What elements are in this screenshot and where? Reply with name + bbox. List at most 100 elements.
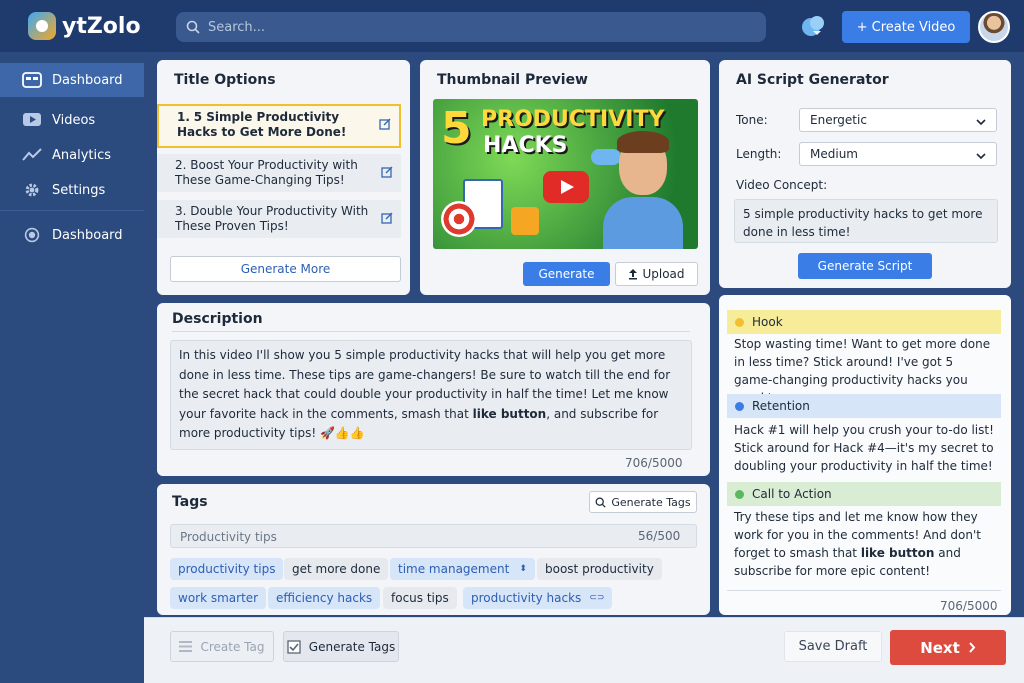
title-option-2[interactable]: 2. Boost Your Productivity with These Ga… — [157, 154, 401, 192]
script-section-call-to-action[interactable]: Call to Action — [727, 482, 1001, 506]
script-section-hook[interactable]: Hook — [727, 310, 1001, 334]
length-value: Medium — [810, 147, 858, 161]
tag-label: time management — [398, 562, 510, 576]
analytics-icon — [22, 148, 42, 161]
create-tag-label: Create Tag — [200, 639, 265, 654]
next-button[interactable]: Next — [890, 630, 1006, 665]
generate-tags-label: Generate Tags — [611, 495, 691, 509]
title-option-text: 5 Simple Productivity Hacks to Get More … — [177, 110, 347, 139]
tags-heading: Tags — [172, 494, 208, 510]
person-illustration — [603, 127, 683, 249]
length-label: Length: — [736, 147, 782, 161]
upload-icon — [629, 268, 638, 279]
sidebar-item-dashboard-secondary[interactable]: Dashboard — [0, 218, 144, 252]
section-name: Call to Action — [752, 487, 832, 501]
thumbnail-image[interactable]: 5 PRODUCTIVITY HACKS — [433, 99, 698, 249]
sidebar-item-label: Dashboard — [52, 227, 123, 243]
tag-label: work smarter — [178, 591, 259, 605]
chevron-down-icon — [976, 153, 986, 160]
checkbox-icon — [287, 639, 301, 654]
generate-tags-button[interactable]: Generate Tags — [589, 491, 697, 513]
tag-input-value: Productivity tips — [180, 530, 277, 544]
video-concept-input[interactable]: 5 simple productivity hacks to get more … — [734, 199, 998, 243]
dashboard-icon — [22, 72, 42, 88]
script-char-counter: 706/5000 — [940, 599, 998, 613]
script-section-retention[interactable]: Retention — [727, 394, 1001, 418]
retention-dot-icon — [735, 401, 744, 411]
upload-button[interactable]: Upload — [615, 262, 698, 286]
description-text-bold: like button — [472, 406, 547, 421]
logo-icon — [28, 12, 56, 40]
section-name: Retention — [752, 399, 810, 413]
app-logo[interactable]: ytZolo — [28, 12, 141, 40]
thumbnail-heading: Thumbnail Preview — [437, 72, 588, 88]
user-avatar[interactable] — [978, 11, 1010, 43]
tag-link-icon[interactable]: ⊂⊃ — [589, 593, 604, 603]
tag-label: get more done — [292, 562, 381, 576]
generate-thumbnail-button[interactable]: Generate — [523, 262, 610, 286]
tag-input[interactable]: Productivity tips — [170, 524, 697, 548]
tag-chip[interactable]: productivity hacks ⊂⊃ — [463, 587, 613, 609]
length-select[interactable]: Medium — [799, 142, 997, 166]
cta-dot-icon — [735, 489, 744, 499]
sidebar-divider — [0, 210, 144, 211]
retention-text[interactable]: Hack #1 will help you crush your to-do l… — [734, 421, 994, 475]
save-draft-button[interactable]: Save Draft — [784, 631, 882, 662]
chevron-right-icon — [969, 642, 976, 653]
upload-label: Upload — [642, 267, 685, 281]
title-options-heading: Title Options — [174, 72, 276, 88]
tag-label: efficiency hacks — [276, 591, 373, 605]
sidebar-item-videos[interactable]: Videos — [0, 103, 144, 137]
sidebar-item-label: Dashboard — [52, 72, 123, 88]
target-icon — [441, 201, 477, 237]
external-link-icon[interactable] — [379, 118, 391, 130]
title-option-1[interactable]: 1. 5 Simple Productivity Hacks to Get Mo… — [157, 104, 401, 148]
footer-generate-tags-label: Generate Tags — [308, 639, 396, 654]
create-tag-button[interactable]: Create Tag — [170, 631, 274, 662]
tone-value: Energetic — [810, 113, 867, 127]
tag-label: productivity hacks — [471, 591, 582, 605]
generate-more-button[interactable]: Generate More — [170, 256, 401, 282]
chevron-down-icon — [976, 119, 986, 126]
tag-char-counter: 56/500 — [638, 529, 681, 543]
calendar-icon — [511, 207, 539, 235]
external-link-icon[interactable] — [381, 212, 393, 224]
title-option-text: Double Your Productivity With These Prov… — [175, 204, 369, 233]
circle-icon — [24, 227, 40, 243]
tag-chip[interactable]: time management ⬍ — [390, 558, 535, 580]
title-option-text: Boost Your Productivity with These Game-… — [175, 158, 358, 187]
cta-text-bold: like button — [860, 546, 935, 560]
create-video-button[interactable]: + Create Video — [842, 11, 970, 43]
description-char-counter: 706/5000 — [625, 456, 683, 470]
sidebar-item-settings[interactable]: Settings — [0, 173, 144, 207]
tone-select[interactable]: Energetic — [799, 108, 997, 132]
external-link-icon[interactable] — [381, 166, 393, 178]
tag-chip[interactable]: work smarter — [170, 587, 267, 609]
tag-chip[interactable]: boost productivity — [537, 558, 662, 580]
cta-text[interactable]: Try these tips and let me know how they … — [734, 508, 994, 580]
description-input[interactable]: In this video I'll show you 5 simple pro… — [170, 340, 692, 450]
search-icon — [186, 20, 200, 34]
sidebar-item-label: Settings — [52, 182, 106, 198]
generate-script-button[interactable]: Generate Script — [798, 253, 932, 279]
tag-chip[interactable]: productivity tips — [170, 558, 284, 580]
tag-chip[interactable]: efficiency hacks — [268, 587, 381, 609]
tag-chip[interactable]: focus tips — [383, 587, 457, 609]
list-icon — [179, 641, 193, 652]
next-label: Next — [920, 638, 960, 657]
tag-sort-icon[interactable]: ⬍ — [519, 564, 527, 574]
top-bar: ytZolo + Create Video — [0, 0, 1024, 52]
title-option-number: 2. — [175, 158, 187, 172]
footer-generate-tags-button[interactable]: Generate Tags — [283, 631, 399, 662]
notification-icon[interactable] — [800, 14, 826, 38]
sidebar-item-analytics[interactable]: Analytics — [0, 138, 144, 172]
sidebar-item-label: Analytics — [52, 147, 112, 163]
thumbnail-headline-line2: HACKS — [483, 133, 568, 158]
tag-label: productivity tips — [178, 562, 276, 576]
title-option-3[interactable]: 3. Double Your Productivity With These P… — [157, 200, 401, 238]
sidebar-item-dashboard[interactable]: Dashboard — [0, 63, 144, 97]
search-input[interactable] — [208, 19, 730, 35]
tag-chip[interactable]: get more done — [284, 558, 389, 580]
search-bar[interactable] — [176, 12, 766, 42]
gear-icon — [25, 183, 39, 197]
